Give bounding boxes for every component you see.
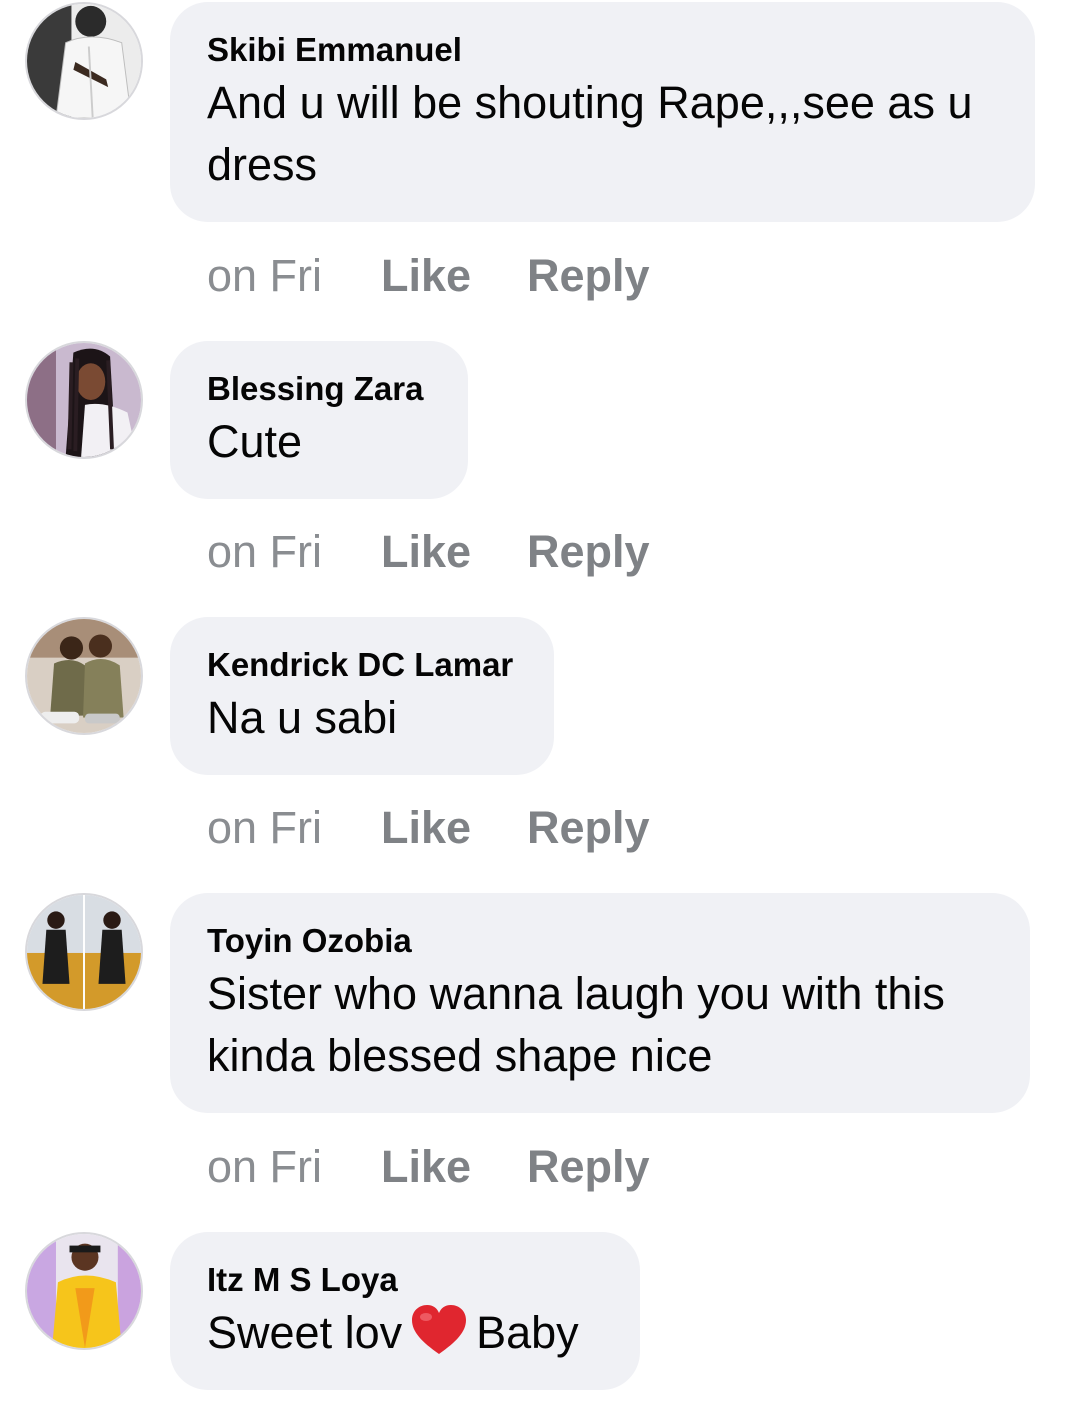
comment-timestamp[interactable]: on Fri [207,1141,381,1193]
comment-bubble: Blessing Zara Cute [170,341,468,499]
reply-button[interactable]: Reply [527,1141,650,1193]
comment-bubble: Itz M S Loya Sweet lov Baby [170,1232,640,1390]
comment-bubble: Kendrick DC Lamar Na u sabi [170,617,554,775]
comment-text: Na u sabi [207,692,398,743]
like-button[interactable]: Like [381,802,527,854]
avatar[interactable] [25,617,143,735]
comment-actions: on Fri Like Reply [207,802,650,854]
comment-text: Cute [207,416,303,467]
red-heart-emoji [412,1305,467,1354]
comment-bubble: Toyin Ozobia Sister who wanna laugh you … [170,893,1030,1113]
reply-button[interactable]: Reply [527,802,650,854]
comment-text-part: Baby [476,1307,579,1358]
comment-author[interactable]: Blessing Zara [207,369,432,409]
avatar[interactable] [25,893,143,1011]
comment-bubble: Skibi Emmanuel And u will be shouting Ra… [170,2,1035,222]
comment-author[interactable]: Kendrick DC Lamar [207,645,518,685]
comment-author[interactable]: Skibi Emmanuel [207,30,999,70]
reply-button[interactable]: Reply [527,526,650,578]
like-button[interactable]: Like [381,250,527,302]
comment-text-part: Sweet lov [207,1307,403,1358]
comment-actions: on Fri Like Reply [207,526,650,578]
avatar[interactable] [25,1232,143,1350]
avatar[interactable] [25,341,143,459]
like-button[interactable]: Like [381,1141,527,1193]
comment-text: And u will be shouting Rape,,,see as u d… [207,77,973,190]
comment-text: Sweet lov Baby [207,1302,604,1364]
comment-author[interactable]: Toyin Ozobia [207,921,994,961]
comment-actions: on Fri Like Reply [207,250,650,302]
comment-timestamp[interactable]: on Fri [207,802,381,854]
avatar[interactable] [25,2,143,120]
comment-author[interactable]: Itz M S Loya [207,1260,604,1300]
comment-timestamp[interactable]: on Fri [207,526,381,578]
reply-button[interactable]: Reply [527,250,650,302]
like-button[interactable]: Like [381,526,527,578]
comment-timestamp[interactable]: on Fri [207,250,381,302]
comment-actions: on Fri Like Reply [207,1141,650,1193]
comment-text: Sister who wanna laugh you with this kin… [207,968,945,1081]
